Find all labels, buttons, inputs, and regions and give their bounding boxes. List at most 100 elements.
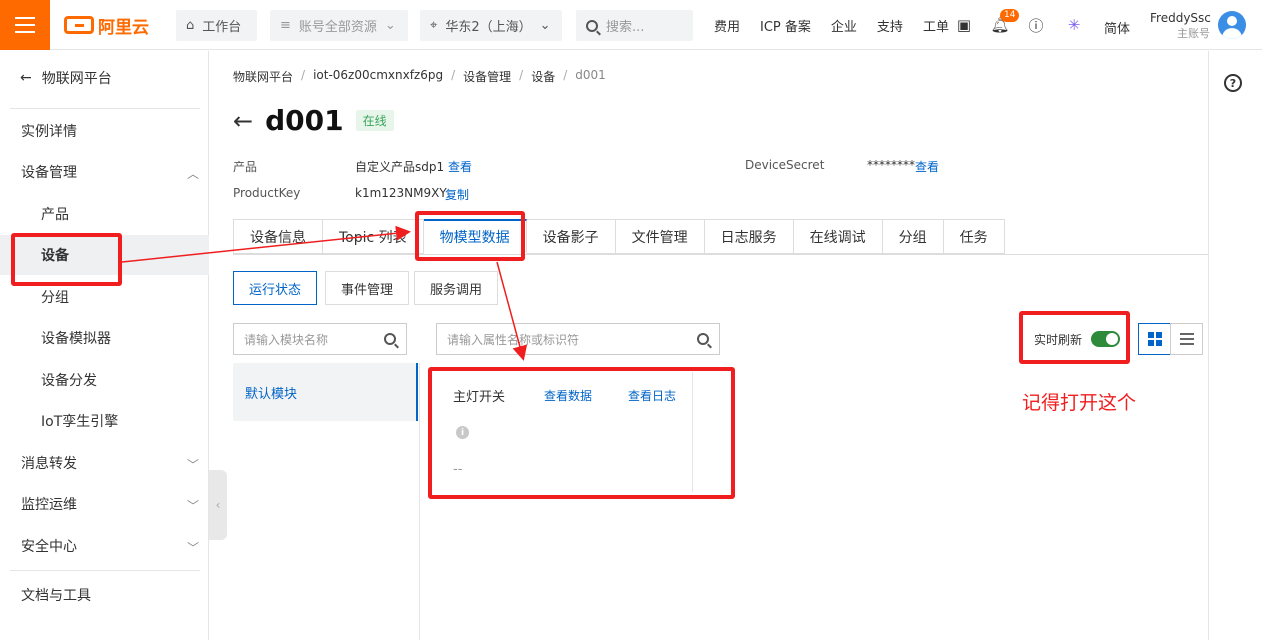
divider xyxy=(10,108,200,109)
sidebar-item-security[interactable]: 安全中心 ﹀ xyxy=(0,526,209,566)
region-label: 华东2（上海） xyxy=(445,20,532,35)
tab-device-shadow[interactable]: 设备影子 xyxy=(526,219,616,254)
grid-icon xyxy=(1147,332,1162,346)
sidebar-item-device-management[interactable]: 设备管理 ︿ xyxy=(0,152,209,192)
link-support[interactable]: 支持 xyxy=(877,16,903,35)
sidebar-item-product[interactable]: 产品 xyxy=(0,194,209,234)
subtab-service-call[interactable]: 服务调用 xyxy=(414,271,499,305)
productkey-value: k1m123NM9XY xyxy=(355,186,447,200)
user-info[interactable]: FreddySsc 主账号 xyxy=(1150,10,1211,42)
stack-icon: ≡ xyxy=(280,18,291,33)
logo-text: 阿里云 xyxy=(98,17,149,38)
link-icp[interactable]: ICP 备案 xyxy=(760,16,811,35)
sidebar-item-label: 设备管理 xyxy=(21,165,77,181)
sidebar-item-monitoring[interactable]: 监控运维 ﹀ xyxy=(0,484,209,524)
aliyun-logo[interactable]: 阿里云 xyxy=(64,13,149,38)
chevron-down-icon: ﹀ xyxy=(186,541,199,555)
sidebar-collapse-handle[interactable]: ‹ xyxy=(209,470,227,540)
tab-group[interactable]: 分组 xyxy=(882,219,944,254)
sidebar-item-label: 产品 xyxy=(41,207,69,223)
workbench-button[interactable]: ⌂ 工作台 xyxy=(176,10,257,41)
breadcrumb-item[interactable]: 设备管理 xyxy=(463,68,511,85)
breadcrumb-item[interactable]: iot-06z00cmxnxfz6pg xyxy=(313,68,443,85)
module-item-label: 默认模块 xyxy=(245,386,298,402)
chevron-down-icon: ﹀ xyxy=(186,499,199,513)
home-icon: ⌂ xyxy=(186,18,195,33)
devicesecret-label: DeviceSecret xyxy=(745,158,825,172)
sidebar-item-label: 消息转发 xyxy=(21,456,77,472)
resource-selector[interactable]: ≡ 账号全部资源 ⌄ xyxy=(270,10,408,41)
question-icon[interactable]: ? xyxy=(1224,74,1242,92)
tab-topic-list[interactable]: Topic 列表 xyxy=(323,219,424,254)
productkey-label: ProductKey xyxy=(233,186,301,200)
terminal-icon[interactable]: ▣ xyxy=(953,14,975,36)
language-switch[interactable]: 简体 xyxy=(1104,18,1130,37)
annotation-box-toggle xyxy=(1019,311,1130,364)
device-tabs: 设备信息 Topic 列表 物模型数据 设备影子 文件管理 日志服务 在线调试 … xyxy=(233,219,1005,254)
grid-view-button[interactable] xyxy=(1138,323,1171,355)
divider xyxy=(10,570,200,571)
link-billing[interactable]: 费用 xyxy=(714,16,740,35)
ai-assistant-icon[interactable]: ✳ xyxy=(1063,14,1085,36)
divider xyxy=(419,363,420,640)
link-enterprise[interactable]: 企业 xyxy=(831,16,857,35)
module-item-default[interactable]: 默认模块 xyxy=(233,363,418,421)
product-label: 产品 xyxy=(233,160,258,174)
right-rail xyxy=(1208,51,1262,640)
chevron-down-icon: ﹀ xyxy=(186,458,199,472)
sidebar-item-label: IoT孪生引擎 xyxy=(41,414,119,430)
hamburger-menu-icon[interactable] xyxy=(0,0,50,50)
page-header: ← d001 在线 xyxy=(233,104,394,137)
breadcrumb-item[interactable]: 设备 xyxy=(531,68,555,85)
devicesecret-view-link[interactable]: 查看 xyxy=(915,158,939,175)
list-icon xyxy=(1179,333,1194,345)
help-icon[interactable]: ⓘ xyxy=(1025,14,1047,36)
tab-underline xyxy=(233,254,1208,255)
aliyun-logo-icon xyxy=(64,16,94,34)
sidebar-item-docs-tools[interactable]: 文档与工具 xyxy=(0,575,209,615)
annotation-text: 记得打开这个 xyxy=(1022,392,1137,414)
product-value: 自定义产品sdp1 xyxy=(355,160,445,174)
search-icon xyxy=(384,333,396,345)
tab-file-management[interactable]: 文件管理 xyxy=(615,219,705,254)
property-search-input[interactable]: 请输入属性名称或标识符 xyxy=(436,323,720,355)
link-ticket[interactable]: 工单 xyxy=(923,16,949,35)
tab-task[interactable]: 任务 xyxy=(943,219,1005,254)
productkey-copy-link[interactable]: 复制 xyxy=(445,186,469,203)
sidebar-item-label: 监控运维 xyxy=(21,497,77,513)
sidebar-item-twin-engine[interactable]: IoT孪生引擎 xyxy=(0,401,209,441)
search-icon xyxy=(586,19,598,32)
tab-device-info[interactable]: 设备信息 xyxy=(233,219,323,254)
breadcrumb-item[interactable]: 物联网平台 xyxy=(233,68,293,85)
global-search-input[interactable]: 搜索... xyxy=(576,10,693,41)
arrow-left-icon: ← xyxy=(20,70,32,86)
avatar[interactable] xyxy=(1218,11,1246,39)
sidebar-item-label: 分组 xyxy=(41,290,69,306)
product-view-link[interactable]: 查看 xyxy=(448,158,472,175)
sidebar-item-distribution[interactable]: 设备分发 xyxy=(0,360,209,400)
region-selector[interactable]: ⌖ 华东2（上海） ⌄ xyxy=(420,10,562,41)
list-view-button[interactable] xyxy=(1170,323,1203,355)
sidebar-back-label: 物联网平台 xyxy=(41,71,112,87)
tab-log-service[interactable]: 日志服务 xyxy=(704,219,794,254)
subtab-event-management[interactable]: 事件管理 xyxy=(325,271,410,305)
tab-online-debug[interactable]: 在线调试 xyxy=(793,219,883,254)
sidebar-item-message-forwarding[interactable]: 消息转发 ﹀ xyxy=(0,443,209,483)
sidebar-item-simulator[interactable]: 设备模拟器 xyxy=(0,318,209,358)
top-links: 费用 ICP 备案 企业 支持 工单 xyxy=(714,0,949,50)
sidebar-back-link[interactable]: ← 物联网平台 xyxy=(20,68,112,88)
location-pin-icon: ⌖ xyxy=(430,18,438,33)
module-search-input[interactable]: 请输入模块名称 xyxy=(233,323,407,355)
sidebar-item-instance-detail[interactable]: 实例详情 xyxy=(0,111,209,151)
workbench-label: 工作台 xyxy=(202,20,242,35)
sidebar-item-label: 设备分发 xyxy=(41,373,97,389)
annotation-box-tab xyxy=(415,211,525,261)
subtab-running-status[interactable]: 运行状态 xyxy=(233,271,318,305)
devicesecret-value: ******** xyxy=(867,158,915,172)
chevron-up-icon: ︿ xyxy=(186,167,199,181)
user-name: FreddySsc xyxy=(1150,11,1211,25)
user-role: 主账号 xyxy=(1177,27,1210,40)
sidebar-item-label: 文档与工具 xyxy=(21,588,91,604)
back-arrow-icon[interactable]: ← xyxy=(233,107,253,135)
search-icon xyxy=(697,333,709,345)
